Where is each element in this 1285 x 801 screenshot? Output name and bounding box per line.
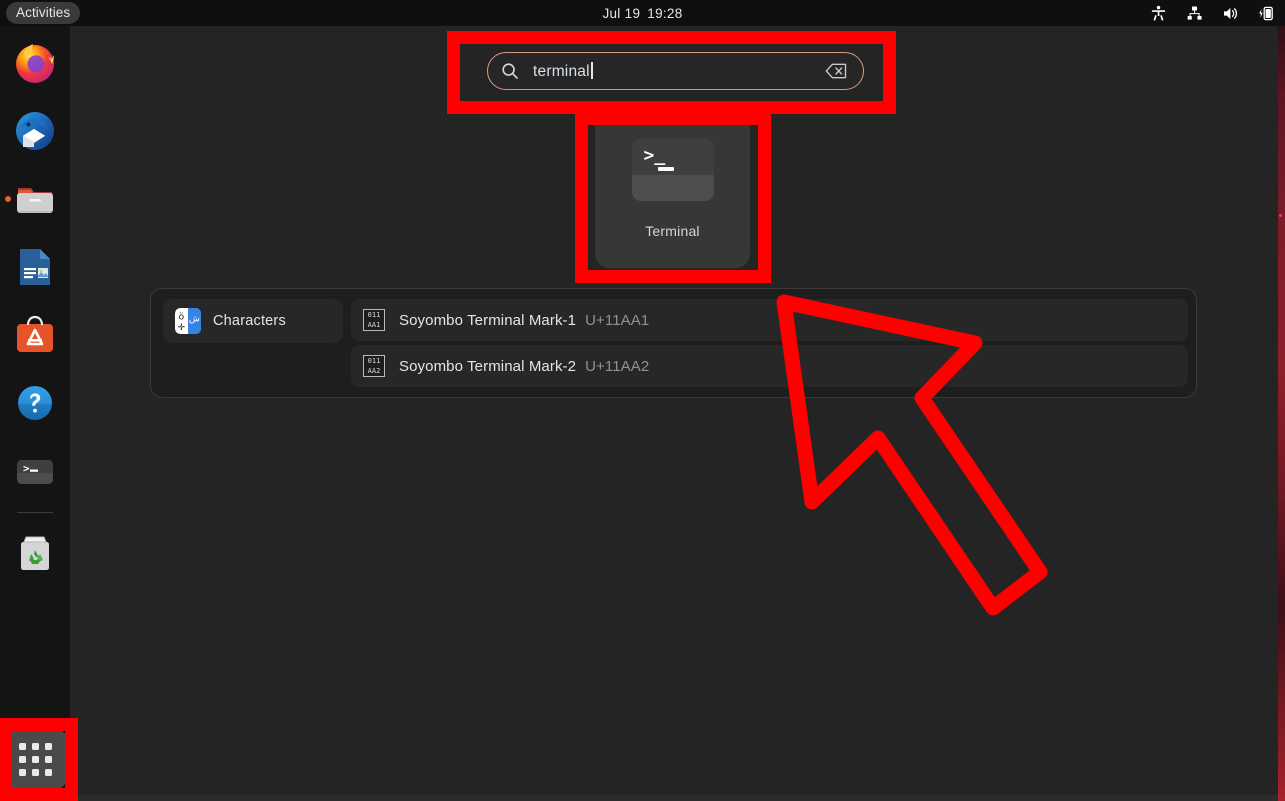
files-folder-icon — [17, 188, 53, 213]
result-row[interactable]: 011 AA2 Soyombo Terminal Mark-2 U+11AA2 — [351, 345, 1188, 387]
battery-charging-icon[interactable] — [1258, 5, 1275, 22]
show-applications-wrap — [4, 728, 66, 790]
favorites-dock: > — [0, 26, 70, 801]
svg-text:>: > — [23, 462, 30, 475]
apps-grid-icon — [18, 742, 52, 776]
top-bar: Activities Jul 19 19:28 — [0, 0, 1285, 26]
dock-item-libreoffice-writer[interactable] — [4, 236, 66, 298]
search-input-value[interactable]: terminal — [533, 61, 593, 81]
glyph-top-chars: 011 — [367, 311, 381, 319]
dock-item-trash[interactable] — [4, 522, 66, 584]
clock[interactable]: Jul 19 19:28 — [0, 6, 1285, 21]
network-wired-icon[interactable] — [1186, 5, 1203, 22]
app-result-terminal[interactable]: >_ Terminal — [595, 113, 750, 268]
activities-button[interactable]: Activities — [6, 2, 81, 24]
terminal-prompt-glyph: >_ — [643, 145, 666, 166]
desktop-screen: Activities Jul 19 19:28 > terminal >_ Te… — [0, 0, 1285, 801]
show-applications-button[interactable] — [4, 728, 66, 790]
search-entry[interactable]: terminal — [487, 52, 864, 90]
glyph-bottom-chars: AA1 — [367, 321, 381, 329]
dock-item-terminal[interactable]: > — [4, 440, 66, 502]
trash-icon — [21, 536, 49, 570]
result-character-name: Soyombo Terminal Mark-2 — [399, 357, 577, 375]
dock-item-ubuntu-software[interactable] — [4, 304, 66, 366]
help-icon — [18, 386, 52, 420]
thunderbird-icon — [16, 112, 54, 150]
clock-time: 19:28 — [647, 5, 683, 21]
dock-item-firefox[interactable] — [4, 32, 66, 94]
running-indicator-dot — [5, 196, 11, 202]
svg-text:ش: ش — [189, 314, 200, 324]
ubuntu-software-icon — [17, 315, 53, 352]
result-list: 011 AA1 Soyombo Terminal Mark-1 U+11AA1 … — [351, 299, 1188, 391]
terminal-app-icon: >_ — [631, 139, 714, 201]
dock-item-help[interactable] — [4, 372, 66, 434]
dock-separator — [17, 512, 53, 513]
firefox-icon — [16, 44, 54, 83]
terminal-icon: > — [17, 460, 53, 484]
secondary-display-sliver — [1278, 0, 1285, 801]
codepoint-glyph-icon: 011 AA1 — [363, 309, 385, 331]
result-row[interactable]: 011 AA1 Soyombo Terminal Mark-1 U+11AA1 — [351, 299, 1188, 341]
accessibility-icon[interactable] — [1150, 5, 1167, 22]
dock-item-thunderbird[interactable] — [4, 100, 66, 162]
glyph-top-chars: 011 — [367, 357, 381, 365]
result-character-name: Soyombo Terminal Mark-1 — [399, 311, 577, 329]
search-results-panel: ö ش ✛ Characters 011 AA1 Soyombo Termina… — [150, 288, 1197, 398]
text-caret — [590, 61, 593, 79]
search-value-text: terminal — [533, 62, 590, 80]
clear-search-icon[interactable] — [825, 63, 847, 79]
dock-item-files[interactable] — [4, 168, 66, 230]
search-icon — [501, 62, 519, 80]
terminal-cursor-glyph — [657, 167, 674, 171]
sliver-highlight-dot — [1279, 214, 1282, 217]
clock-date: Jul 19 — [602, 5, 641, 21]
svg-text:ö: ö — [179, 313, 185, 323]
codepoint-glyph-icon: 011 AA2 — [363, 355, 385, 377]
provider-label: Characters — [213, 313, 286, 329]
characters-app-icon: ö ش ✛ — [175, 308, 201, 334]
system-tray — [1150, 5, 1275, 22]
volume-icon[interactable] — [1222, 5, 1239, 22]
glyph-bottom-chars: AA2 — [367, 367, 381, 375]
result-codepoint: U+11AA2 — [585, 357, 650, 375]
result-provider-characters[interactable]: ö ش ✛ Characters — [163, 299, 343, 343]
app-result-label: Terminal — [645, 223, 700, 239]
result-codepoint: U+11AA1 — [585, 311, 650, 329]
libreoffice-writer-icon — [20, 249, 50, 285]
bottom-edge-strip — [0, 795, 1285, 801]
svg-text:✛: ✛ — [178, 323, 186, 333]
